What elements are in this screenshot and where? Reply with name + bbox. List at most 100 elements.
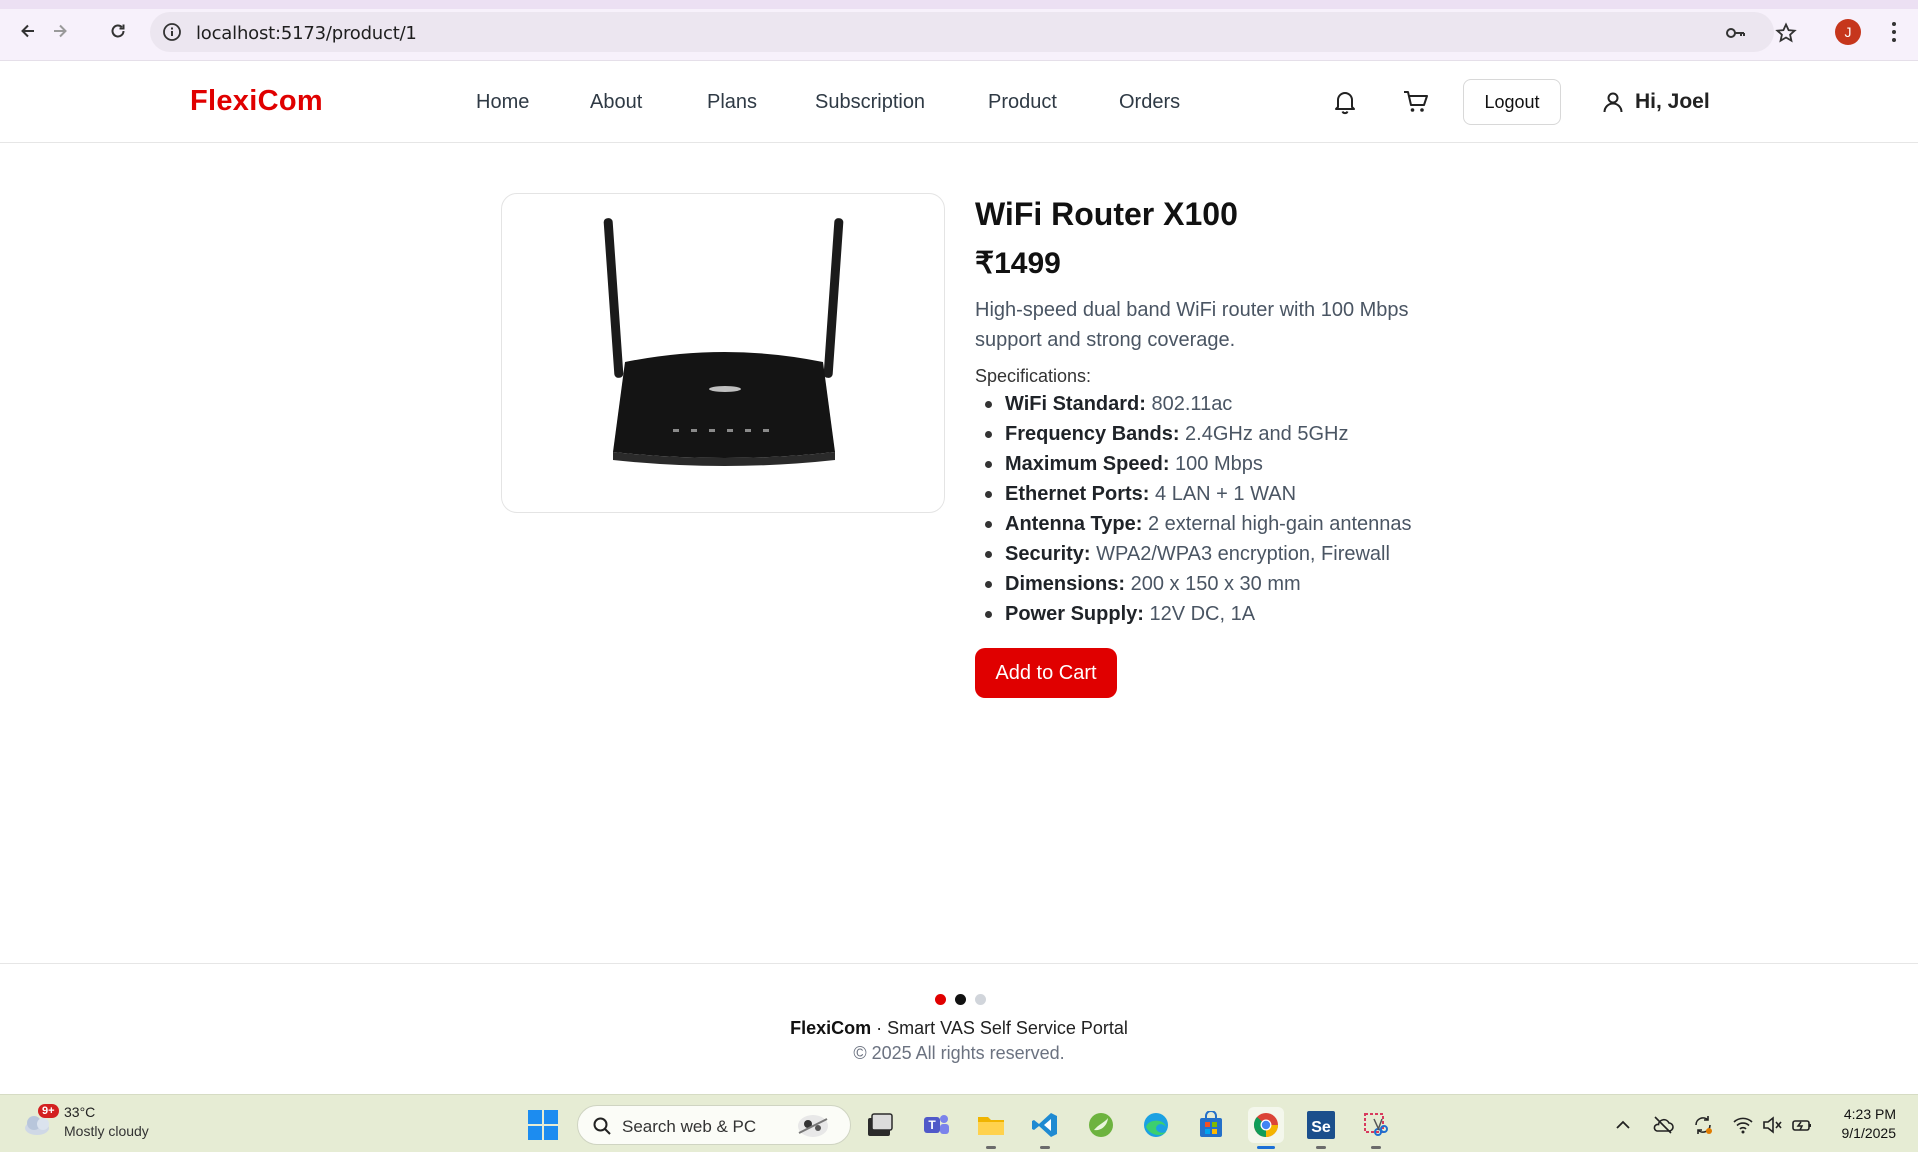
product-description: High-speed dual band WiFi router with 10…: [975, 299, 1409, 351]
windows-start-icon[interactable]: [528, 1110, 558, 1140]
spec-value: 2 external high-gain antennas: [1147, 513, 1412, 535]
spec-label: Dimensions:: [1005, 573, 1126, 595]
taskview-icon[interactable]: [862, 1107, 898, 1143]
site-footer: FlexiCom · Smart VAS Self Service Portal…: [0, 963, 1918, 1093]
profile-avatar[interactable]: J: [1835, 19, 1861, 45]
address-bar[interactable]: localhost:5173/product/1: [150, 12, 1797, 52]
running-indicator: [1316, 1146, 1326, 1149]
sync-icon[interactable]: [1692, 1114, 1714, 1136]
file-explorer-icon[interactable]: [973, 1107, 1009, 1149]
running-indicator: [1040, 1146, 1050, 1149]
add-to-cart-button[interactable]: Add to Cart: [975, 648, 1117, 698]
spec-label: Ethernet Ports:: [1005, 483, 1150, 505]
spec-value: 12V DC, 1A: [1149, 603, 1256, 625]
weather-alert-badge: 9+: [38, 1104, 59, 1118]
user-greeting: Hi, Joel: [1635, 90, 1710, 113]
footer-brand: FlexiCom: [790, 1018, 872, 1038]
edge-icon[interactable]: [1138, 1107, 1174, 1143]
search-highlight-icon: [798, 1115, 828, 1137]
running-indicator: [986, 1146, 996, 1149]
svg-text:Se: Se: [1311, 1119, 1331, 1136]
bell-icon[interactable]: [1331, 88, 1359, 116]
battery-charging-icon[interactable]: [1791, 1114, 1813, 1136]
taskbar-search[interactable]: Search web & PC: [577, 1105, 851, 1145]
teams-icon[interactable]: T: [918, 1107, 954, 1143]
wifi-icon[interactable]: [1732, 1114, 1754, 1136]
weather-temperature: 33°C: [64, 1104, 96, 1120]
spec-value: 4 LAN + 1 WAN: [1155, 483, 1297, 505]
chevron-up-icon[interactable]: [1612, 1114, 1634, 1136]
footer-tagline: FlexiCom · Smart VAS Self Service Portal: [0, 1018, 1918, 1039]
site-info-icon[interactable]: [162, 22, 182, 42]
selenium-icon[interactable]: Se: [1303, 1107, 1339, 1149]
product-title: WiFi Router X100: [975, 196, 1238, 232]
spec-item: Dimensions: 200 x 150 x 30 mm: [975, 569, 1412, 599]
specifications-list: WiFi Standard: 802.11ac Frequency Bands:…: [975, 389, 1412, 629]
search-icon: [593, 1117, 611, 1135]
nav-home[interactable]: Home: [476, 91, 529, 114]
nav-orders[interactable]: Orders: [1119, 91, 1180, 114]
svg-text:T: T: [928, 1118, 936, 1132]
cloud-icon: 9+: [22, 1104, 59, 1138]
chrome-icon[interactable]: [1248, 1107, 1284, 1149]
clock-time: 4:23 PM: [1843, 1106, 1896, 1122]
running-indicator: [1371, 1146, 1381, 1149]
weather-condition: Mostly cloudy: [64, 1123, 149, 1139]
product-image-card: [501, 193, 945, 513]
weather-widget[interactable]: 9+ 33°C Mostly cloudy: [22, 1103, 149, 1141]
spec-item: Maximum Speed: 100 Mbps: [975, 449, 1412, 479]
volume-muted-icon[interactable]: [1761, 1114, 1783, 1136]
spec-item: Frequency Bands: 2.4GHz and 5GHz: [975, 419, 1412, 449]
windows-taskbar: 9+ 33°C Mostly cloudy Search web & PC T: [0, 1094, 1918, 1152]
router-image: [603, 218, 844, 466]
active-indicator: [1257, 1146, 1275, 1149]
nav-product[interactable]: Product: [988, 91, 1057, 114]
spec-item: WiFi Standard: 802.11ac: [975, 389, 1412, 419]
spec-label: Antenna Type:: [1005, 513, 1143, 535]
user-menu[interactable]: Hi, Joel: [1601, 90, 1710, 114]
url-text: localhost:5173/product/1: [196, 23, 417, 44]
weather-text: 33°C Mostly cloudy: [64, 1103, 149, 1141]
forward-button[interactable]: [46, 17, 74, 45]
reload-icon: [111, 24, 125, 38]
specifications-heading: Specifications:: [975, 366, 1092, 386]
snipping-tool-icon[interactable]: [1358, 1107, 1394, 1149]
spec-label: Power Supply:: [1005, 603, 1144, 625]
spec-value: 100 Mbps: [1175, 453, 1263, 475]
logout-button[interactable]: Logout: [1463, 79, 1561, 125]
browser-menu-icon[interactable]: [1882, 19, 1906, 45]
spec-value: 2.4GHz and 5GHz: [1185, 423, 1349, 445]
back-arrow-icon: [21, 24, 34, 38]
browser-toolbar: localhost:5173/product/1 J: [0, 0, 1918, 61]
carousel-dots: [935, 994, 986, 1005]
bookmark-star-icon[interactable]: [1775, 22, 1797, 44]
site-logo[interactable]: FlexiCom: [190, 85, 323, 118]
user-icon: [1603, 92, 1623, 113]
spec-label: Frequency Bands:: [1005, 423, 1180, 445]
tab-strip: [0, 0, 1918, 9]
cart-icon[interactable]: [1402, 88, 1430, 116]
spec-value: 802.11ac: [1151, 393, 1233, 415]
onedrive-offline-icon[interactable]: [1652, 1114, 1674, 1136]
spec-label: WiFi Standard:: [1005, 393, 1146, 415]
product-price: ₹1499: [975, 247, 1061, 280]
nav-plans[interactable]: Plans: [707, 91, 757, 114]
spec-item: Security: WPA2/WPA3 encryption, Firewall: [975, 539, 1412, 569]
microsoft-store-icon[interactable]: [1193, 1107, 1229, 1143]
nav-subscription[interactable]: Subscription: [815, 91, 925, 114]
vscode-icon[interactable]: [1027, 1107, 1063, 1149]
spring-tools-icon[interactable]: [1083, 1107, 1119, 1143]
carousel-dot[interactable]: [975, 994, 986, 1005]
footer-copyright: © 2025 All rights reserved.: [853, 1043, 1065, 1063]
password-key-icon[interactable]: [1724, 22, 1746, 44]
nav-about[interactable]: About: [590, 91, 642, 114]
system-clock[interactable]: 4:23 PM 9/1/2025: [1820, 1105, 1897, 1143]
spec-item: Antenna Type: 2 external high-gain anten…: [975, 509, 1412, 539]
carousel-dot[interactable]: [955, 994, 966, 1005]
clock-date: 9/1/2025: [1841, 1125, 1897, 1141]
spec-label: Maximum Speed:: [1005, 453, 1170, 475]
back-button[interactable]: [14, 17, 42, 45]
reload-button[interactable]: [104, 17, 132, 45]
spec-label: Security:: [1005, 543, 1091, 565]
carousel-dot[interactable]: [935, 994, 946, 1005]
